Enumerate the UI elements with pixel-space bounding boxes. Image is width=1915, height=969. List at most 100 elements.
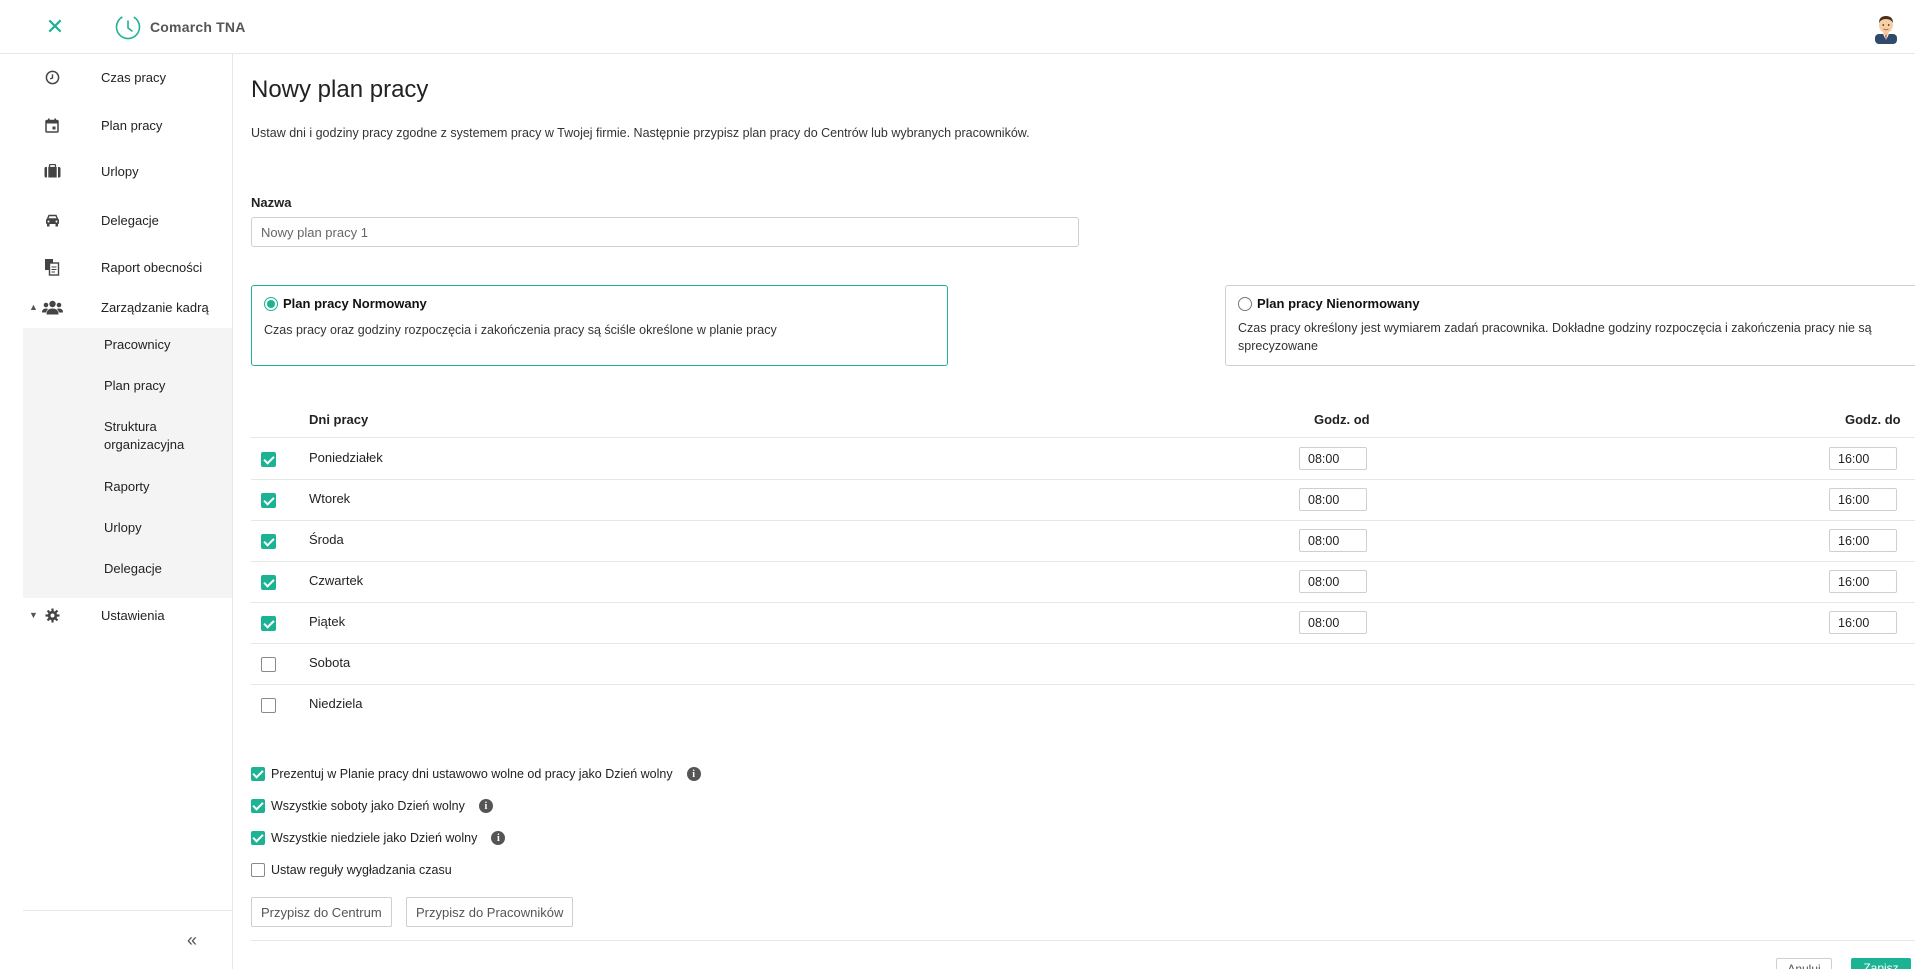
option-checkbox[interactable] [251, 863, 265, 877]
gear-icon [43, 606, 61, 624]
sidebar: Czas pracy Plan pracy Urlopy Delegacje R… [23, 54, 233, 969]
sidebar-item-label: Ustawienia [101, 607, 165, 623]
cancel-button[interactable]: Anuluj [1776, 958, 1832, 969]
name-label: Nazwa [251, 195, 292, 210]
info-icon[interactable]: i [478, 799, 493, 813]
option-label: Wszystkie soboty jako Dzień wolny [271, 799, 465, 813]
option-checkbox[interactable] [251, 767, 265, 781]
sidebar-item-label: Raport obecności [101, 259, 203, 275]
plan-normowany-radio[interactable] [264, 296, 278, 311]
day-checkbox[interactable] [261, 534, 276, 549]
day-checkbox[interactable] [261, 657, 276, 672]
table-row: Niedziela [251, 685, 1915, 726]
table-row: Czwartek [251, 562, 1915, 603]
sidebar-subitem-delegacje[interactable]: Delegacje [104, 560, 224, 578]
option-holidays-free[interactable]: Prezentuj w Planie pracy dni ustawowo wo… [251, 765, 701, 783]
sidebar-item-label: Urlopy [101, 163, 139, 179]
sidebar-item-raport-obecnosci[interactable]: Raport obecności [23, 247, 232, 287]
documents-icon [43, 258, 61, 276]
time-from-input[interactable] [1299, 611, 1367, 634]
logo-clock-icon [115, 14, 141, 40]
footer-divider [251, 940, 1915, 941]
plan-type-description: Czas pracy oraz godziny rozpoczęcia i za… [264, 323, 777, 337]
app-logo[interactable]: Comarch TNA [114, 12, 246, 42]
time-to-input[interactable] [1829, 611, 1897, 634]
assign-center-button[interactable]: Przypisz do Centrum [251, 897, 392, 927]
close-icon[interactable]: ✕ [44, 16, 66, 38]
days-table-header: Dni pracy Godz. od Godz. do [251, 400, 1915, 438]
option-checkbox[interactable] [251, 799, 265, 813]
sidebar-item-ustawienia[interactable]: ▼ Ustawienia [23, 595, 232, 635]
caret-down-icon: ▼ [29, 610, 38, 620]
plan-type-title: Plan pracy Nienormowany [1257, 296, 1420, 311]
assign-employees-button[interactable]: Przypisz do Pracowników [406, 897, 574, 927]
suitcase-icon [43, 162, 61, 180]
day-name: Piątek [309, 614, 346, 629]
sidebar-item-urlopy[interactable]: Urlopy [23, 151, 232, 191]
sidebar-item-plan-pracy[interactable]: Plan pracy [23, 105, 232, 145]
info-icon[interactable]: i [491, 831, 506, 845]
sidebar-item-label: Czas pracy [101, 69, 167, 85]
top-bar: ✕ Comarch TNA [0, 0, 1915, 54]
day-name: Środa [309, 532, 344, 547]
day-checkbox[interactable] [261, 452, 276, 467]
day-name: Niedziela [309, 696, 363, 711]
table-row: Sobota [251, 644, 1915, 685]
info-icon[interactable]: i [686, 767, 701, 781]
app-name: Comarch TNA [150, 19, 246, 35]
column-header-days: Dni pracy [309, 412, 369, 427]
sidebar-item-label: Delegacje [101, 212, 159, 228]
main-content: Nowy plan pracy Ustaw dni i godziny prac… [251, 54, 1915, 969]
column-header-from: Godz. od [1314, 412, 1370, 427]
sidebar-item-czas-pracy[interactable]: Czas pracy [23, 57, 232, 97]
table-row: Środa [251, 521, 1915, 562]
day-name: Wtorek [309, 491, 351, 506]
time-to-input[interactable] [1829, 570, 1897, 593]
option-saturdays-free[interactable]: Wszystkie soboty jako Dzień wolny i [251, 797, 493, 815]
time-from-input[interactable] [1299, 570, 1367, 593]
day-checkbox[interactable] [261, 493, 276, 508]
user-avatar[interactable] [1871, 12, 1901, 44]
plan-type-title: Plan pracy Normowany [283, 296, 427, 311]
day-name: Sobota [309, 655, 351, 670]
time-from-input[interactable] [1299, 529, 1367, 552]
save-button[interactable]: Zapisz [1851, 958, 1911, 969]
page-title: Nowy plan pracy [251, 76, 429, 103]
sidebar-subnav: Pracownicy Plan pracy Struktura organiza… [23, 328, 232, 598]
option-sundays-free[interactable]: Wszystkie niedziele jako Dzień wolny i [251, 829, 506, 847]
day-checkbox[interactable] [261, 698, 276, 713]
table-row: Piątek [251, 603, 1915, 644]
sidebar-subitem-urlopy[interactable]: Urlopy [104, 519, 224, 537]
plan-type-normowany-card[interactable]: Plan pracy Normowany Czas pracy oraz god… [251, 285, 948, 366]
sidebar-item-zarzadzanie-kadra[interactable]: ▲ Zarządzanie kadrą [23, 287, 232, 327]
day-checkbox[interactable] [261, 575, 276, 590]
table-row: Poniedziałek [251, 439, 1915, 480]
table-row: Wtorek [251, 480, 1915, 521]
sidebar-subitem-raporty[interactable]: Raporty [104, 478, 224, 496]
sidebar-subitem-pracownicy[interactable]: Pracownicy [104, 336, 224, 354]
collapse-sidebar-icon[interactable]: « [187, 930, 197, 951]
time-to-input[interactable] [1829, 529, 1897, 552]
day-name: Poniedziałek [309, 450, 383, 465]
time-from-input[interactable] [1299, 447, 1367, 470]
sidebar-subitem-plan-pracy[interactable]: Plan pracy [104, 377, 224, 395]
plan-name-input[interactable] [251, 217, 1079, 247]
plan-type-description: Czas pracy określony jest wymiarem zadań… [1238, 321, 1872, 353]
option-time-smoothing[interactable]: Ustaw reguły wygładzania czasu [251, 861, 452, 879]
day-name: Czwartek [309, 573, 364, 588]
option-checkbox[interactable] [251, 831, 265, 845]
plan-nienormowany-radio[interactable] [1238, 296, 1252, 311]
page-description: Ustaw dni i godziny pracy zgodne z syste… [251, 126, 1030, 140]
sidebar-item-label: Zarządzanie kadrą [101, 299, 209, 315]
day-checkbox[interactable] [261, 616, 276, 631]
car-icon [43, 211, 61, 229]
sidebar-item-delegacje[interactable]: Delegacje [23, 200, 232, 240]
plan-type-nienormowany-card[interactable]: Plan pracy Nienormowany Czas pracy okreś… [1225, 285, 1915, 366]
caret-up-icon: ▲ [29, 302, 38, 312]
option-label: Prezentuj w Planie pracy dni ustawowo wo… [271, 767, 673, 781]
sidebar-subitem-struktura[interactable]: Struktura organizacyjna [104, 418, 224, 454]
time-to-input[interactable] [1829, 447, 1897, 470]
time-from-input[interactable] [1299, 488, 1367, 511]
sidebar-item-label: Plan pracy [101, 117, 163, 133]
time-to-input[interactable] [1829, 488, 1897, 511]
